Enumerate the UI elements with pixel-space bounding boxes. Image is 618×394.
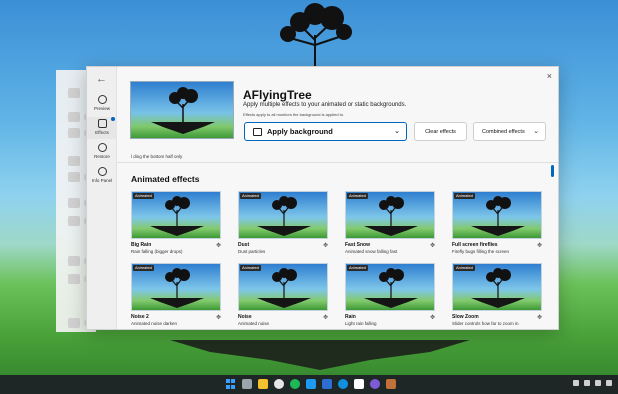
effect-description: Animated noise darken [131, 321, 178, 326]
nav-item-label: Restore [94, 154, 110, 159]
move-icon[interactable]: ✥ [323, 314, 328, 321]
effect-thumbnail: Animated [452, 191, 542, 239]
move-icon[interactable]: ✥ [216, 314, 221, 321]
effect-description: Slider controls how far to zoom in [452, 321, 519, 326]
start-button[interactable] [226, 379, 236, 389]
hint-text: l ding the bottom half only [131, 154, 183, 159]
effect-card[interactable]: Animated Dust Dust particles ✥ [238, 191, 328, 254]
nav-item-effects[interactable]: Effects [87, 117, 117, 139]
effect-description: Firefly bugs filling the screen [452, 249, 510, 254]
nav-item-label: Effects [95, 130, 109, 135]
effect-thumbnail: Animated [131, 263, 221, 311]
desktop-tree-silhouette [280, 3, 352, 70]
app-icon[interactable] [322, 379, 332, 389]
chevron-down-icon: ⌄ [533, 128, 539, 135]
tree-silhouette [257, 196, 311, 236]
nav-item-info-panel[interactable]: Info Panel [87, 167, 117, 183]
desktop-island-silhouette [170, 340, 470, 370]
effect-card[interactable]: Animated Big Rain Rain falling (bigger d… [131, 191, 221, 254]
file-explorer-icon[interactable] [258, 379, 268, 389]
divider [117, 162, 558, 163]
tree-silhouette [471, 268, 525, 308]
twitter-icon[interactable] [306, 379, 316, 389]
move-icon[interactable]: ✥ [537, 314, 542, 321]
back-button[interactable]: ← [96, 73, 107, 85]
page-note: Effects apply to all monitors the backgr… [243, 112, 345, 117]
wallpaper-app-icon[interactable] [386, 379, 396, 389]
tree-silhouette [471, 196, 525, 236]
nav-item-label: Preview [93, 106, 110, 111]
nav-item-restore[interactable]: Restore [87, 143, 117, 159]
effects-window: ← Preview Effects Restore Info Panel × A… [86, 66, 559, 330]
effect-description: Animated snow falling fast [345, 249, 398, 254]
effect-card[interactable]: Animated Rain Light rain falling ✥ [345, 263, 435, 326]
clear-effects-button[interactable]: Clear effects [414, 122, 467, 141]
tree-silhouette [364, 196, 418, 236]
background-preview-image [130, 81, 234, 139]
effect-name: Big Rain [131, 242, 152, 248]
notification-dot [111, 117, 115, 121]
move-icon[interactable]: ✥ [216, 242, 221, 249]
tree-silhouette [150, 196, 204, 236]
effect-thumbnail: Animated [238, 191, 328, 239]
app-icon[interactable] [370, 379, 380, 389]
apply-background-label: Apply background [267, 127, 333, 136]
taskbar [0, 375, 618, 394]
page-subtitle: Apply multiple effects to your animated … [243, 102, 407, 108]
section-title: Animated effects [131, 174, 200, 184]
restore-icon [97, 143, 107, 152]
info-icon [97, 95, 107, 104]
nav-item-preview[interactable]: Preview [87, 95, 117, 111]
system-tray[interactable] [573, 380, 612, 386]
effect-name: Rain [345, 314, 356, 320]
move-icon[interactable]: ✥ [537, 242, 542, 249]
effect-description: Light rain falling [345, 321, 377, 326]
effect-thumbnail: Animated [345, 263, 435, 311]
effect-card[interactable]: Animated Fast Snow Animated snow falling… [345, 191, 435, 254]
scrollbar[interactable] [551, 165, 554, 177]
spotify-icon[interactable] [290, 379, 300, 389]
chevron-down-icon: ⌄ [394, 128, 400, 135]
effect-thumbnail: Animated [345, 191, 435, 239]
mail-icon[interactable] [354, 379, 364, 389]
nav-item-label: Info Panel [91, 178, 113, 183]
move-icon[interactable]: ✥ [430, 314, 435, 321]
close-button[interactable]: × [547, 71, 552, 81]
effect-name: Fast Snow [345, 242, 371, 248]
move-icon[interactable]: ✥ [323, 242, 328, 249]
effect-name: Slow Zoom [452, 314, 479, 320]
effect-name: Dust [238, 242, 250, 248]
tree-silhouette [364, 268, 418, 308]
effect-description: Animated noise [238, 321, 270, 326]
tree-silhouette [257, 268, 311, 308]
effect-thumbnail: Animated [238, 263, 328, 311]
edge-icon[interactable] [338, 379, 348, 389]
wallpaper-icon [253, 127, 262, 136]
effects-icon [97, 119, 107, 128]
effect-description: Rain falling (bigger drops) [131, 249, 183, 254]
effect-card[interactable]: Animated Full screen fireflies Firefly b… [452, 191, 542, 254]
effect-card[interactable]: Animated Slow Zoom Slider controls how f… [452, 263, 542, 326]
effect-name: Full screen fireflies [452, 242, 498, 248]
move-icon[interactable]: ✥ [430, 242, 435, 249]
combined-effects-dropdown[interactable]: Combined effects ⌄ [473, 122, 546, 141]
effect-name: Noise [238, 314, 252, 320]
taskview-icon[interactable] [242, 379, 252, 389]
clock-icon [97, 167, 107, 176]
effect-description: Dust particles [238, 249, 266, 254]
effect-thumbnail: Animated [131, 191, 221, 239]
tree-silhouette [150, 268, 204, 308]
nav-rail: ← Preview Effects Restore Info Panel [87, 67, 117, 329]
combined-effects-label: Combined effects [482, 128, 525, 135]
apply-background-button[interactable]: Apply background ⌄ [244, 122, 407, 141]
effect-card[interactable]: Animated Noise 2 Animated noise darken ✥ [131, 263, 221, 326]
app-icon[interactable] [274, 379, 284, 389]
effect-card[interactable]: Animated Noise Animated noise ✥ [238, 263, 328, 326]
page-title: AFlyingTree [243, 88, 312, 102]
effect-thumbnail: Animated [452, 263, 542, 311]
effect-name: Noise 2 [131, 314, 149, 320]
